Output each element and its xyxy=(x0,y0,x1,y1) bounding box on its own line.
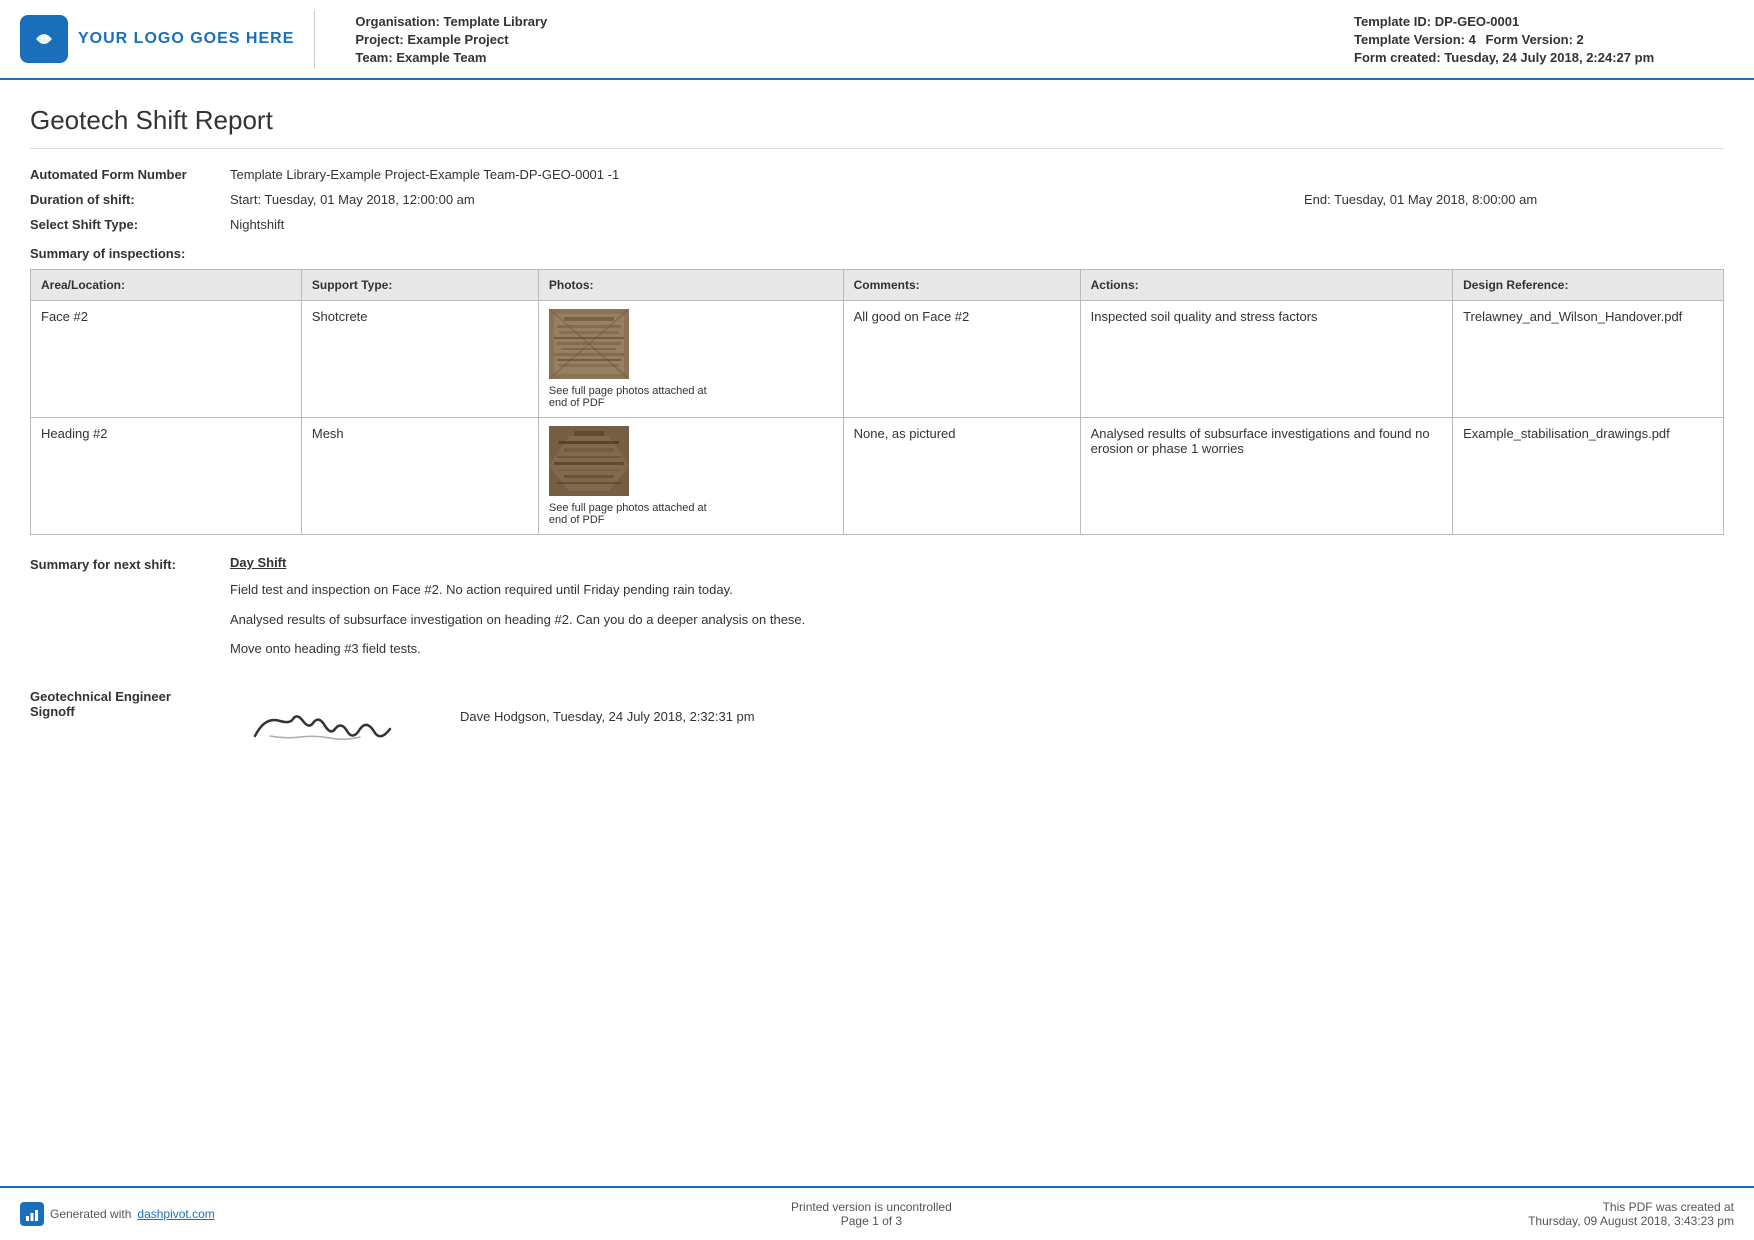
photo-2 xyxy=(549,426,629,496)
report-title: Geotech Shift Report xyxy=(30,105,1724,149)
row2-area: Heading #2 xyxy=(31,418,302,535)
next-shift-label: Summary for next shift: xyxy=(30,555,230,572)
signoff-name-date: Dave Hodgson, Tuesday, 24 July 2018, 2:3… xyxy=(460,689,755,724)
form-version-label: Form Version: xyxy=(1486,32,1573,47)
duration-start: Start: Tuesday, 01 May 2018, 12:00:00 am xyxy=(230,192,1304,207)
template-version-value: 4 xyxy=(1469,32,1476,47)
col-support: Support Type: xyxy=(301,270,538,301)
form-number-value: Template Library-Example Project-Example… xyxy=(230,167,1724,182)
next-shift-heading: Day Shift xyxy=(230,555,1724,570)
duration-label: Duration of shift: xyxy=(30,192,230,207)
version-line: Template Version: 4 Form Version: 2 xyxy=(1354,32,1734,47)
duration-end: End: Tuesday, 01 May 2018, 8:00:00 am xyxy=(1304,192,1724,207)
form-created-label: Form created: xyxy=(1354,50,1441,65)
team-label: Team: xyxy=(355,50,392,65)
shift-type-value: Nightshift xyxy=(230,217,1724,232)
next-shift-para-1: Field test and inspection on Face #2. No… xyxy=(230,580,1724,600)
row1-photos: See full page photos attached at end of … xyxy=(538,301,843,418)
footer-page-text: Page 1 of 3 xyxy=(791,1214,952,1228)
shift-type-label: Select Shift Type: xyxy=(30,217,230,232)
logo-text: YOUR LOGO GOES HERE xyxy=(78,30,294,48)
page-footer: Generated with dashpivot.com Printed ver… xyxy=(0,1186,1754,1240)
duration-row: Duration of shift: Start: Tuesday, 01 Ma… xyxy=(30,192,1724,207)
row2-comments: None, as pictured xyxy=(843,418,1080,535)
org-label: Organisation: xyxy=(355,14,440,29)
row2-support: Mesh xyxy=(301,418,538,535)
header-org-info: Organisation: Template Library Project: … xyxy=(335,10,1354,68)
col-photos: Photos: xyxy=(538,270,843,301)
form-version-value: 2 xyxy=(1577,32,1584,47)
header-right-info: Template ID: DP-GEO-0001 Template Versio… xyxy=(1354,10,1734,68)
row1-support: Shotcrete xyxy=(301,301,538,418)
logo-section: YOUR LOGO GOES HERE xyxy=(20,10,315,68)
project-value: Example Project xyxy=(407,32,508,47)
footer-center: Printed version is uncontrolled Page 1 o… xyxy=(791,1200,952,1228)
footer-center-text: Printed version is uncontrolled xyxy=(791,1200,952,1214)
signoff-label-text: Geotechnical EngineerSignoff xyxy=(30,689,171,719)
template-version-label: Template Version: xyxy=(1354,32,1465,47)
col-comments: Comments: xyxy=(843,270,1080,301)
row1-area: Face #2 xyxy=(31,301,302,418)
footer-generated-text: Generated with xyxy=(50,1207,131,1221)
table-row: Face #2 Shotcrete xyxy=(31,301,1724,418)
project-label: Project: xyxy=(355,32,403,47)
table-row: Heading #2 Mesh xyxy=(31,418,1724,535)
template-id-label: Template ID: xyxy=(1354,14,1431,29)
team-line: Team: Example Team xyxy=(355,50,1334,65)
signoff-section: Geotechnical EngineerSignoff Dave Hodgso… xyxy=(30,689,1724,759)
shift-type-row: Select Shift Type: Nightshift xyxy=(30,217,1724,232)
logo-icon xyxy=(20,15,68,63)
signoff-label: Geotechnical EngineerSignoff xyxy=(30,689,230,719)
next-shift-para-3: Move onto heading #3 field tests. xyxy=(230,639,1724,659)
row1-comments: All good on Face #2 xyxy=(843,301,1080,418)
footer-right: This PDF was created at Thursday, 09 Aug… xyxy=(1528,1200,1734,1228)
row2-photos: See full page photos attached at end of … xyxy=(538,418,843,535)
team-value: Example Team xyxy=(396,50,486,65)
row1-actions: Inspected soil quality and stress factor… xyxy=(1080,301,1452,418)
col-area: Area/Location: xyxy=(31,270,302,301)
page-header: YOUR LOGO GOES HERE Organisation: Templa… xyxy=(0,0,1754,80)
next-shift-para-2: Analysed results of subsurface investiga… xyxy=(230,610,1724,630)
inspections-table: Area/Location: Support Type: Photos: Com… xyxy=(30,269,1724,535)
photo-1-caption: See full page photos attached at end of … xyxy=(549,385,709,409)
photo-2-caption: See full page photos attached at end of … xyxy=(549,502,709,526)
form-created-value: Tuesday, 24 July 2018, 2:24:27 pm xyxy=(1444,50,1654,65)
signoff-signature-area xyxy=(230,689,430,759)
footer-left: Generated with dashpivot.com xyxy=(20,1202,215,1226)
project-line: Project: Example Project xyxy=(355,32,1334,47)
footer-right-date: Thursday, 09 August 2018, 3:43:23 pm xyxy=(1528,1214,1734,1228)
row1-design: Trelawney_and_Wilson_Handover.pdf xyxy=(1453,301,1724,418)
form-created-line: Form created: Tuesday, 24 July 2018, 2:2… xyxy=(1354,50,1734,65)
next-shift-section: Summary for next shift: Day Shift Field … xyxy=(30,555,1724,669)
next-shift-content: Day Shift Field test and inspection on F… xyxy=(230,555,1724,669)
org-value: Template Library xyxy=(444,14,548,29)
col-actions: Actions: xyxy=(1080,270,1452,301)
footer-right-text: This PDF was created at xyxy=(1528,1200,1734,1214)
form-number-row: Automated Form Number Template Library-E… xyxy=(30,167,1724,182)
row2-design: Example_stabilisation_drawings.pdf xyxy=(1453,418,1724,535)
summary-title: Summary of inspections: xyxy=(30,246,1724,261)
col-design: Design Reference: xyxy=(1453,270,1724,301)
template-id-line: Template ID: DP-GEO-0001 xyxy=(1354,14,1734,29)
footer-link[interactable]: dashpivot.com xyxy=(137,1207,214,1221)
info-section: Automated Form Number Template Library-E… xyxy=(30,167,1724,232)
photo-1 xyxy=(549,309,629,379)
table-header-row: Area/Location: Support Type: Photos: Com… xyxy=(31,270,1724,301)
signature-image xyxy=(230,689,410,759)
row2-actions: Analysed results of subsurface investiga… xyxy=(1080,418,1452,535)
org-line: Organisation: Template Library xyxy=(355,14,1334,29)
template-id-value: DP-GEO-0001 xyxy=(1435,14,1520,29)
footer-logo-icon xyxy=(20,1202,44,1226)
main-content: Geotech Shift Report Automated Form Numb… xyxy=(0,80,1754,784)
form-number-label: Automated Form Number xyxy=(30,167,230,182)
